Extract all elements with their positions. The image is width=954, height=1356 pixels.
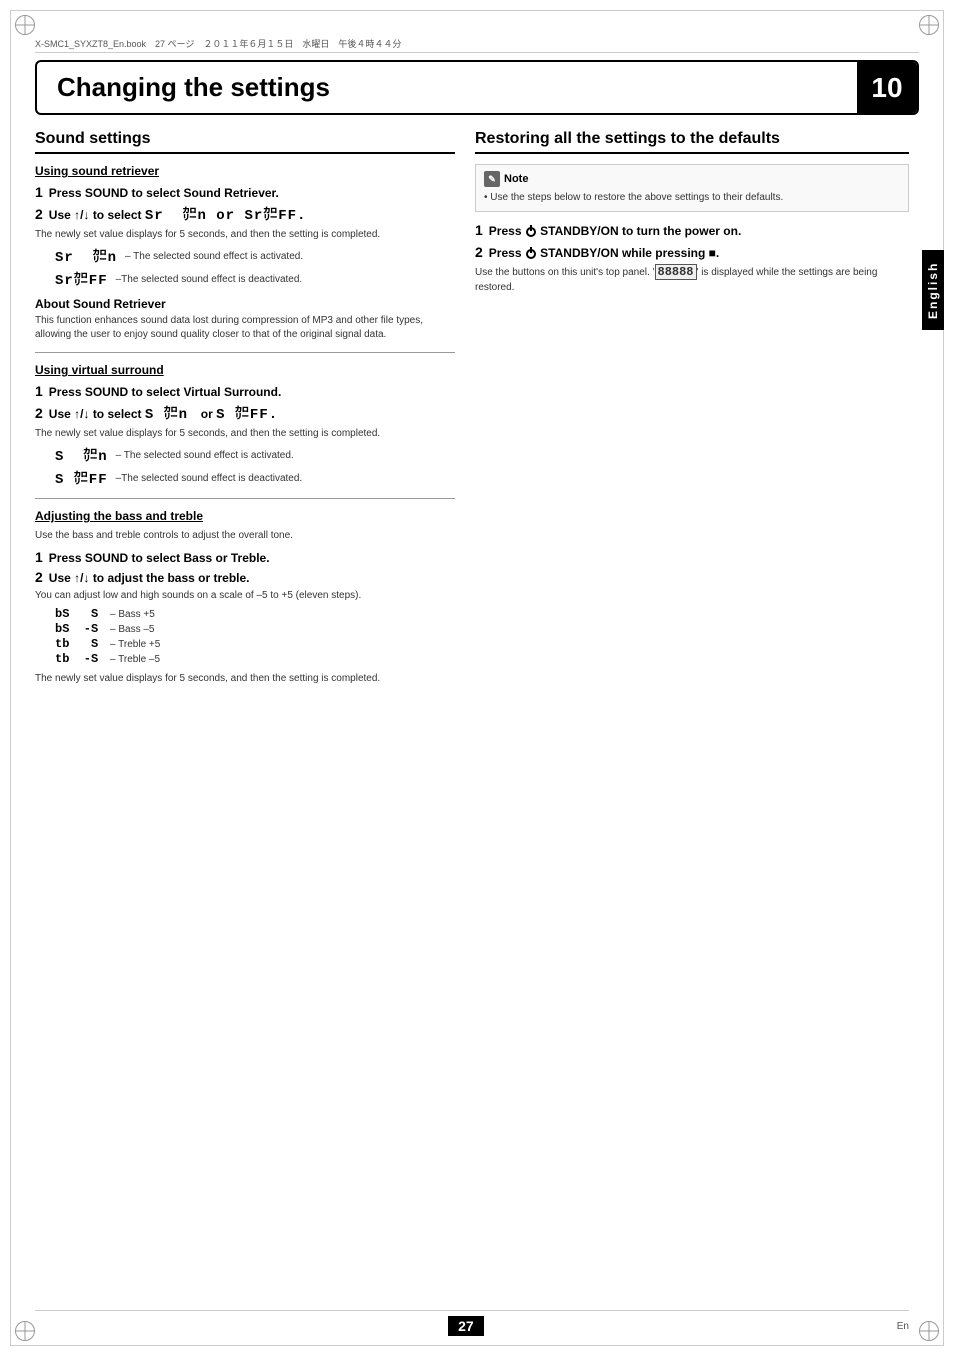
bt-step2: 2 Use ↑/↓ to adjust the bass or treble.	[35, 569, 455, 585]
bt-step2-text: Use ↑/↓ to adjust the bass or treble.	[49, 571, 250, 585]
restore-step2-text: Press STANDBY/ON while pressing ■.	[489, 246, 719, 260]
restore-step2: 2 Press STANDBY/ON while pressing ■.	[475, 244, 909, 260]
bt-sym-2: tb S	[55, 637, 110, 651]
bass-treble-intro: Use the bass and treble controls to adju…	[35, 529, 455, 543]
about-retriever-title: About Sound Retriever	[35, 297, 455, 311]
chapter-title: Changing the settings	[37, 72, 857, 103]
bt-step2-num: 2	[35, 569, 43, 585]
sr-on-row: Sr ㌍n – The selected sound effect is act…	[55, 246, 455, 266]
note-text: • Use the steps below to restore the abo…	[484, 191, 900, 205]
bt-desc-2: – Treble +5	[110, 639, 160, 650]
chapter-number: 10	[857, 62, 917, 113]
main-content: Sound settings Using sound retriever 1 P…	[35, 130, 909, 1296]
divider2	[35, 498, 455, 499]
vs-on-row: S ㌍n – The selected sound effect is acti…	[55, 445, 455, 465]
note-icon: ✎	[484, 171, 500, 187]
step1-text: Press SOUND to select Sound Retriever.	[49, 186, 279, 200]
step2-display: Sr ㌍n or Sr㌍FF.	[145, 208, 307, 224]
about-retriever-text: This function enhances sound data lost d…	[35, 314, 455, 342]
eights-display: 88888	[655, 264, 697, 280]
bt-row-2: tb S – Treble +5	[55, 637, 455, 651]
sound-retriever-step1: 1 Press SOUND to select Sound Retriever.	[35, 184, 455, 200]
header-bar: X-SMC1_SYXZT8_En.book 27 ページ ２０１１年６月１５日 …	[35, 35, 919, 53]
bt-row-0: bS S – Bass +5	[55, 607, 455, 621]
divider1	[35, 352, 455, 353]
note-header: ✎ Note	[484, 171, 900, 187]
bt-row-1: bS -S – Bass –5	[55, 622, 455, 636]
vs-step2-display2: S ㌍FF.	[216, 407, 278, 423]
vs-step2: 2 Use ↑/↓ to select S ㌍n or S ㌍FF.	[35, 403, 455, 423]
bt-complete-text: The newly set value displays for 5 secon…	[35, 672, 455, 686]
left-column: Sound settings Using sound retriever 1 P…	[35, 130, 455, 1296]
sr-on-val: Sr ㌍n	[55, 246, 117, 266]
bt-row-3: tb -S – Treble –5	[55, 652, 455, 666]
step2-subtext: The newly set value displays for 5 secon…	[35, 228, 455, 242]
restore-title: Restoring all the settings to the defaul…	[475, 130, 909, 154]
sound-settings-title: Sound settings	[35, 130, 455, 154]
sound-retriever-step2: 2 Use ↑/↓ to select Sr ㌍n or Sr㌍FF.	[35, 204, 455, 224]
power-icon-2	[526, 249, 536, 259]
note-label: Note	[504, 173, 528, 185]
restore-step1: 1 Press STANDBY/ON to turn the power on.	[475, 222, 909, 238]
vs-step2-text: Use ↑/↓ to select S ㌍n or S ㌍FF.	[49, 403, 278, 423]
restore-step1-text: Press STANDBY/ON to turn the power on.	[489, 224, 741, 238]
sr-off-val: Sr㌍FF	[55, 269, 108, 289]
vs-off-row: S ㌍FF –The selected sound effect is deac…	[55, 468, 455, 488]
sr-off-desc: –The selected sound effect is deactivate…	[116, 274, 303, 285]
bt-sym-0: bS S	[55, 607, 110, 621]
footer-sub: En	[897, 1321, 909, 1332]
right-column: Restoring all the settings to the defaul…	[475, 130, 909, 1296]
header-text: X-SMC1_SYXZT8_En.book 27 ページ ２０１１年６月１５日 …	[35, 37, 919, 50]
vs-step2-subtext: The newly set value displays for 5 secon…	[35, 427, 455, 441]
vs-step1-text: Press SOUND to select Virtual Surround.	[49, 385, 282, 399]
bass-treble-subtitle: Adjusting the bass and treble	[35, 509, 455, 523]
bt-step1: 1 Press SOUND to select Bass or Treble.	[35, 549, 455, 565]
vs-step2-display: S ㌍n	[145, 407, 198, 423]
bt-desc-1: – Bass –5	[110, 624, 154, 635]
restore-step1-text2: STANDBY/ON to turn the power on.	[540, 224, 741, 238]
bt-step1-num: 1	[35, 549, 43, 565]
footer: 27 En	[35, 1310, 909, 1336]
sr-on-desc: – The selected sound effect is activated…	[125, 251, 303, 262]
restore-step1-num: 1	[475, 222, 483, 238]
english-tab: English	[922, 250, 944, 330]
sr-off-row: Sr㌍FF –The selected sound effect is deac…	[55, 269, 455, 289]
vs-off-val: S ㌍FF	[55, 468, 108, 488]
bt-sym-1: bS -S	[55, 622, 110, 636]
bt-table: bS S – Bass +5 bS -S – Bass –5 tb S – Tr…	[55, 607, 455, 666]
vs-step2-num: 2	[35, 405, 43, 421]
sound-retriever-subtitle: Using sound retriever	[35, 164, 455, 178]
page-number: 27	[448, 1316, 484, 1336]
step1-num: 1	[35, 184, 43, 200]
step2-text-part: Use ↑/↓ to select	[49, 208, 142, 222]
bt-step1-text: Press SOUND to select Bass or Treble.	[49, 551, 270, 565]
virtual-surround-subtitle: Using virtual surround	[35, 363, 455, 377]
chapter-header: Changing the settings 10	[35, 60, 919, 115]
bt-sym-3: tb -S	[55, 652, 110, 666]
vs-off-desc: –The selected sound effect is deactivate…	[116, 473, 303, 484]
bt-desc-3: – Treble –5	[110, 654, 160, 665]
bt-step2-subtext: You can adjust low and high sounds on a …	[35, 589, 455, 603]
about-retriever: About Sound Retriever This function enha…	[35, 297, 455, 342]
vs-on-val: S ㌍n	[55, 445, 108, 465]
step2-num: 2	[35, 206, 43, 222]
restore-step2-sub: Use the buttons on this unit's top panel…	[475, 264, 909, 295]
vs-on-desc: – The selected sound effect is activated…	[116, 450, 294, 461]
note-text-content: Use the steps below to restore the above…	[490, 192, 783, 203]
step2-text: Use ↑/↓ to select Sr ㌍n or Sr㌍FF.	[49, 204, 307, 224]
bt-desc-0: – Bass +5	[110, 609, 155, 620]
restore-step2-num: 2	[475, 244, 483, 260]
vs-step1: 1 Press SOUND to select Virtual Surround…	[35, 383, 455, 399]
vs-step1-num: 1	[35, 383, 43, 399]
restore-step2-text2: STANDBY/ON while pressing ■.	[540, 246, 719, 260]
note-box: ✎ Note • Use the steps below to restore …	[475, 164, 909, 212]
power-icon-1	[526, 227, 536, 237]
